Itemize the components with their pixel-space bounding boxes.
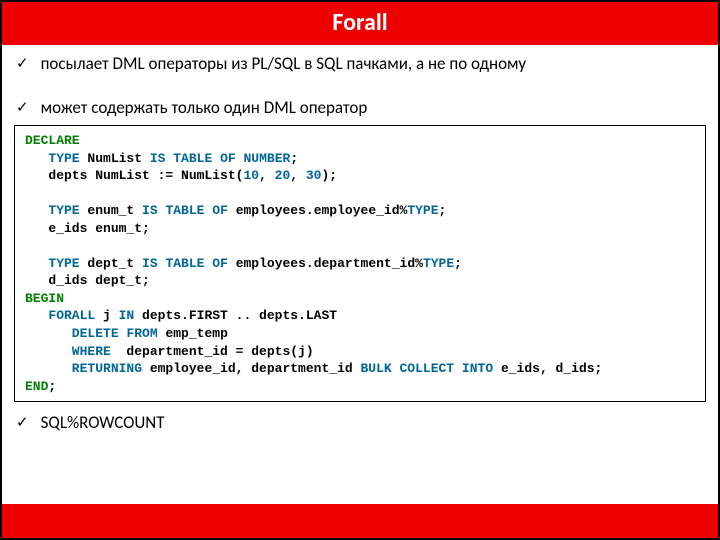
code-block: DECLARE TYPE NumList IS TABLE OF NUMBER;… [14,125,706,402]
bullet-3: ✓ SQL%ROWCOUNT [2,410,718,444]
check-icon: ✓ [16,97,29,119]
code-kw: INTO [462,361,493,376]
code-kw: IN [119,308,135,323]
code-kw: BEGIN [25,291,64,306]
code-num: 10 [243,168,259,183]
code-text: , [290,168,306,183]
code-text: NumList [80,151,150,166]
code-kw: OF [212,203,228,218]
code-text: e_ids enum_t; [25,221,150,236]
footer-bar [2,504,718,538]
code-kw: OF [212,256,228,271]
code-text: ; [290,151,298,166]
code-kw: BULK [360,361,391,376]
slide-body: ✓ посылает DML операторы из PL/SQL в SQL… [2,45,718,444]
slide-title: Forall [2,2,718,45]
code-text: department_id = depts(j) [111,344,314,359]
code-text: j [95,308,118,323]
code-kw: TABLE [165,256,204,271]
code-text: employees.employee_id% [228,203,407,218]
code-kw: IS [142,256,158,271]
code-kw: FORALL [25,308,95,323]
code-text: ; [454,256,462,271]
code-text: depts NumList := NumList( [25,168,243,183]
code-kw: TYPE [25,151,80,166]
code-kw: NUMBER [244,151,291,166]
check-icon: ✓ [16,53,29,75]
code-kw: FROM [126,326,157,341]
code-kw: TABLE [165,203,204,218]
code-text: employee_id, department_id [142,361,360,376]
code-text [236,151,244,166]
code-kw: IS [150,151,166,166]
code-text: employees.department_id% [228,256,423,271]
code-text: d_ids dept_t; [25,273,150,288]
code-kw: COLLECT [400,361,455,376]
check-icon: ✓ [16,412,29,434]
code-kw: DECLARE [25,133,80,148]
code-kw: OF [220,151,236,166]
code-kw: WHERE [25,344,111,359]
code-text: , [259,168,275,183]
code-text [454,361,462,376]
bullet-3-text: SQL%ROWCOUNT [41,412,165,433]
bullet-1: ✓ посылает DML операторы из PL/SQL в SQL… [2,49,718,85]
code-text: ; [439,203,447,218]
code-text: dept_t [80,256,142,271]
bullet-2-text: может содержать только один DML оператор [41,97,368,118]
code-num: 30 [306,168,322,183]
code-num: 20 [275,168,291,183]
code-kw: TYPE [423,256,454,271]
code-text [212,151,220,166]
code-text: depts.FIRST .. depts.LAST [134,308,337,323]
code-text: e_ids, d_ids; [493,361,602,376]
code-text: enum_t [80,203,142,218]
code-kw: TYPE [25,256,80,271]
code-kw: END [25,379,48,394]
code-kw: TYPE [407,203,438,218]
code-text: ); [321,168,337,183]
code-kw: DELETE [25,326,119,341]
code-kw: RETURNING [25,361,142,376]
code-kw: TYPE [25,203,80,218]
code-text [392,361,400,376]
code-kw: IS [142,203,158,218]
code-text: emp_temp [158,326,228,341]
bullet-1-text: посылает DML операторы из PL/SQL в SQL п… [41,53,527,74]
code-text: ; [48,379,56,394]
bullet-2: ✓ может содержать только один DML операт… [2,85,718,125]
code-kw: TABLE [173,151,212,166]
